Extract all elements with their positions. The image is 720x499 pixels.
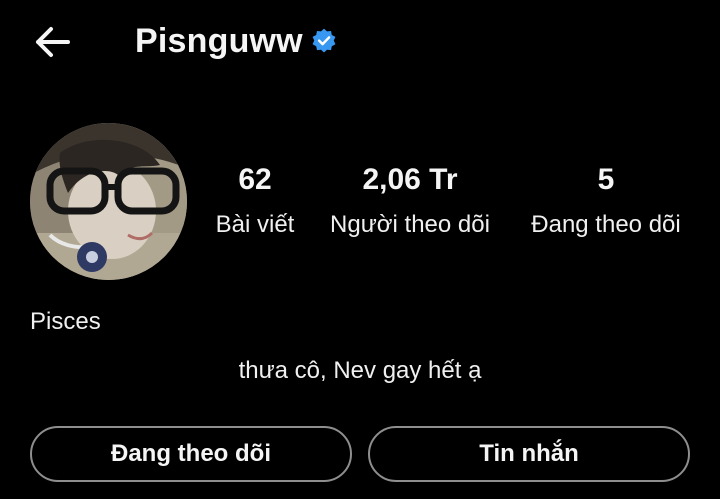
followers-count-value: 2,06 Tr bbox=[362, 163, 458, 196]
following-count-value: 5 bbox=[597, 163, 615, 196]
profile-bio: thưa cô, Nev gay hết ạ bbox=[238, 357, 482, 384]
followers-count-label: Người theo dõi bbox=[330, 211, 490, 238]
avatar[interactable] bbox=[30, 123, 187, 280]
following-count[interactable]: 5 Đang theo dõi bbox=[516, 160, 696, 240]
arrow-left-icon bbox=[36, 27, 70, 57]
profile-photo bbox=[30, 123, 187, 280]
verified-badge-icon bbox=[312, 28, 336, 53]
posts-count[interactable]: 62 Bài viết bbox=[203, 160, 307, 240]
posts-count-label: Bài viết bbox=[215, 211, 295, 238]
following-button[interactable]: Đang theo dõi bbox=[30, 426, 352, 482]
message-button[interactable]: Tin nhắn bbox=[368, 426, 690, 482]
back-button[interactable] bbox=[30, 20, 74, 64]
username: Pisnguww bbox=[135, 21, 303, 60]
top-bar: Pisnguww bbox=[0, 0, 720, 84]
followers-count[interactable]: 2,06 Tr Người theo dõi bbox=[316, 160, 504, 240]
following-count-label: Đang theo dõi bbox=[531, 211, 681, 238]
profile-header: Pisnguww bbox=[135, 18, 337, 64]
posts-count-value: 62 bbox=[238, 163, 272, 196]
profile-name: Pisces bbox=[30, 308, 101, 335]
